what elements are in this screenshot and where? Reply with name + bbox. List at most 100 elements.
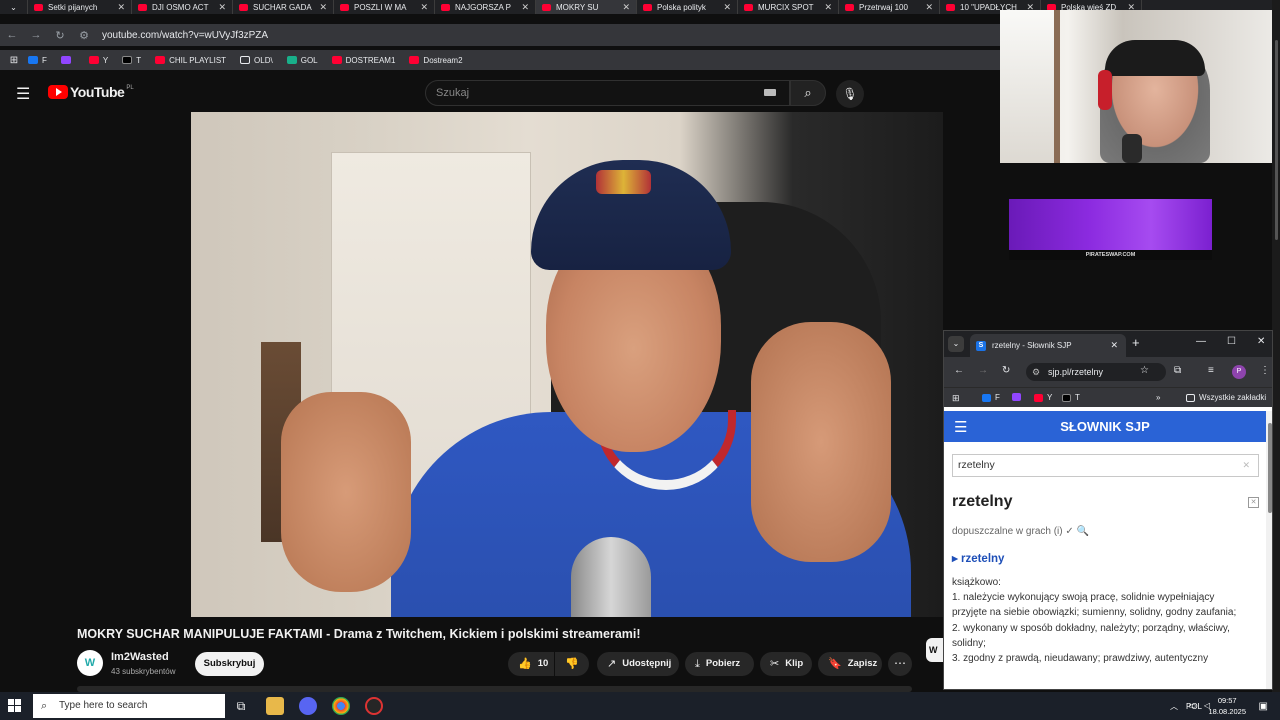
minimize-icon[interactable]: — [1196,336,1206,347]
site-info-icon[interactable]: ⚙ [72,29,96,42]
sjp-headword: rzetelny [952,493,1013,510]
download-button[interactable]: ⤓ Pobierz [685,652,754,676]
channel-avatar[interactable]: W [77,650,103,676]
bookmark-chil-playlist[interactable]: CHIL PLAYLIST [155,56,226,65]
sidebar-chip[interactable]: W [926,638,943,662]
close-window-icon[interactable]: ✕ [1257,336,1265,347]
browser-tab[interactable]: DJI OSMO ACT ✕ [132,0,233,14]
windows-start-icon[interactable] [8,699,22,713]
subscribe-button[interactable]: Subskrybuj [195,652,264,676]
close-tab-icon[interactable]: ✕ [319,2,327,13]
all-bookmarks-folder[interactable]: Wszystkie zakładki [1186,393,1266,402]
taskbar-clock[interactable]: 09:57 18.08.2025 [1208,695,1246,717]
popup-scrollbar[interactable] [1266,411,1272,689]
popup-tab[interactable]: S rzetelny - Słownik SJP ✕ [970,334,1126,357]
extensions-icon[interactable]: ⧉ [1174,365,1181,376]
browser-tab[interactable]: Polska polityk ✕ [637,0,738,14]
reload-icon[interactable]: ↻ [48,29,72,42]
share-button[interactable]: ↗ Udostępnij [597,652,679,676]
obs-icon[interactable] [365,697,383,715]
popup-tab-list-button[interactable]: ⌄ [948,336,964,352]
chrome-icon[interactable] [332,697,350,715]
voice-search-button[interactable]: 🎙 [836,80,864,108]
channel-name[interactable]: Im2Wasted [111,651,169,663]
kebab-menu-icon[interactable]: ⋮ [1260,365,1270,376]
more-actions-button[interactable]: ⋯ [888,652,912,676]
more-bookmarks-icon[interactable]: » [1156,393,1160,402]
browser-tab[interactable]: MOKRY SU ✕ [536,0,637,14]
popup-scrollbar-thumb[interactable] [1268,423,1272,513]
youtube-header: ☰ YouTube PL Szukaj ⌕ 🎙 [0,76,1000,110]
clip-button[interactable]: ✂ Klip [760,652,812,676]
video-frame-microphone [571,537,651,617]
sjp-entry-link[interactable]: ▸ rzetelny [952,551,1004,565]
search-button[interactable]: ⌕ [790,80,826,106]
sjp-expand-icon[interactable]: ✕ [1248,497,1259,508]
close-tab-icon[interactable]: ✕ [521,2,529,13]
tray-chevron-icon[interactable]: ︿ [1170,701,1178,712]
save-button[interactable]: 🔖 Zapisz [818,652,882,676]
browser-tab[interactable]: Setki pijanych ✕ [28,0,132,14]
notifications-icon[interactable]: ▣ [1259,701,1268,712]
back-icon[interactable]: ← [0,29,24,41]
close-tab-icon[interactable]: ✕ [925,2,933,13]
bookmark-youtube[interactable]: Y [88,56,108,65]
maximize-icon[interactable]: ☐ [1227,336,1236,347]
tab-list-button[interactable]: ⌄ [0,0,28,14]
apps-icon[interactable]: ⊞ [952,393,960,404]
input-language[interactable]: POL [1186,702,1202,711]
browser-tab-label: MOKRY SU [556,2,599,12]
close-tab-icon[interactable]: ✕ [218,2,226,13]
bookmark-folder-old[interactable]: OLD\ [240,56,273,65]
bookmark-x[interactable]: T [1062,393,1080,402]
bookmark-gol[interactable]: GOL [286,56,318,65]
hamburger-menu-icon[interactable]: ☰ [16,84,30,104]
browser-tab[interactable]: NAJGORSZA P ✕ [435,0,536,14]
bookmark-facebook[interactable]: F [982,393,1000,402]
browser-tab[interactable]: MURCIX SPOT ✕ [738,0,839,14]
apps-icon[interactable]: ⊞ [0,55,28,66]
like-button[interactable]: 👍 10 [508,652,554,676]
sjp-site-title[interactable]: SŁOWNIK SJP [944,411,1266,442]
site-info-icon[interactable]: ⚙ [1032,363,1040,381]
reload-icon[interactable]: ↻ [1002,365,1010,376]
sjp-menu-icon[interactable]: ☰ [954,418,967,436]
video-player[interactable] [191,112,943,617]
url-field[interactable]: youtube.com/watch?v=wUVyJf3zPZA [102,30,268,41]
profile-avatar[interactable]: P [1232,365,1246,379]
close-tab-icon[interactable]: ✕ [420,2,428,13]
search-input[interactable]: Szukaj [425,80,790,106]
taskbar-search-input[interactable]: ⌕ Type here to search [33,694,225,718]
youtube-logo[interactable]: YouTube PL [48,84,134,100]
keyboard-icon[interactable] [764,89,776,96]
browser-tab[interactable]: SUCHAR GADA ✕ [233,0,334,14]
task-view-icon[interactable]: ⧉ [232,697,250,715]
new-tab-icon[interactable]: + [1132,335,1140,350]
close-tab-icon[interactable]: ✕ [622,2,630,13]
forward-icon[interactable]: → [978,365,988,376]
star-icon[interactable]: ☆ [1140,365,1149,376]
forward-icon[interactable]: → [24,29,48,41]
bookmark-facebook[interactable]: F [28,56,47,65]
browser-tab[interactable]: POSZLI W MA ✕ [334,0,435,14]
bookmark-twitch[interactable] [1012,393,1025,401]
back-icon[interactable]: ← [954,365,964,376]
bookmark-twitch[interactable] [60,56,75,64]
media-icon[interactable]: ≡ [1208,365,1214,376]
close-tab-icon[interactable]: ✕ [723,2,731,13]
close-tab-icon[interactable]: ✕ [1110,334,1118,357]
definition-line: 1. należycie wykonujący swoją pracę, sol… [952,592,1215,604]
dislike-button[interactable]: 👎 [555,652,589,676]
browser-tab[interactable]: Przetrwaj 100 ✕ [839,0,940,14]
discord-icon[interactable] [299,697,317,715]
bookmark-dostream2[interactable]: Dostream2 [409,56,463,65]
bookmark-dostream1[interactable]: DOSTREAM1 [331,56,395,65]
bookmark-x[interactable]: T [122,56,141,65]
page-scrollbar-thumb[interactable] [1275,40,1278,240]
file-explorer-icon[interactable] [266,697,284,715]
clear-icon[interactable]: ✕ [1242,455,1250,476]
close-tab-icon[interactable]: ✕ [824,2,832,13]
sjp-search-input[interactable]: rzetelny ✕ [952,454,1259,477]
bookmark-youtube[interactable]: Y [1034,393,1052,402]
close-tab-icon[interactable]: ✕ [117,2,125,13]
